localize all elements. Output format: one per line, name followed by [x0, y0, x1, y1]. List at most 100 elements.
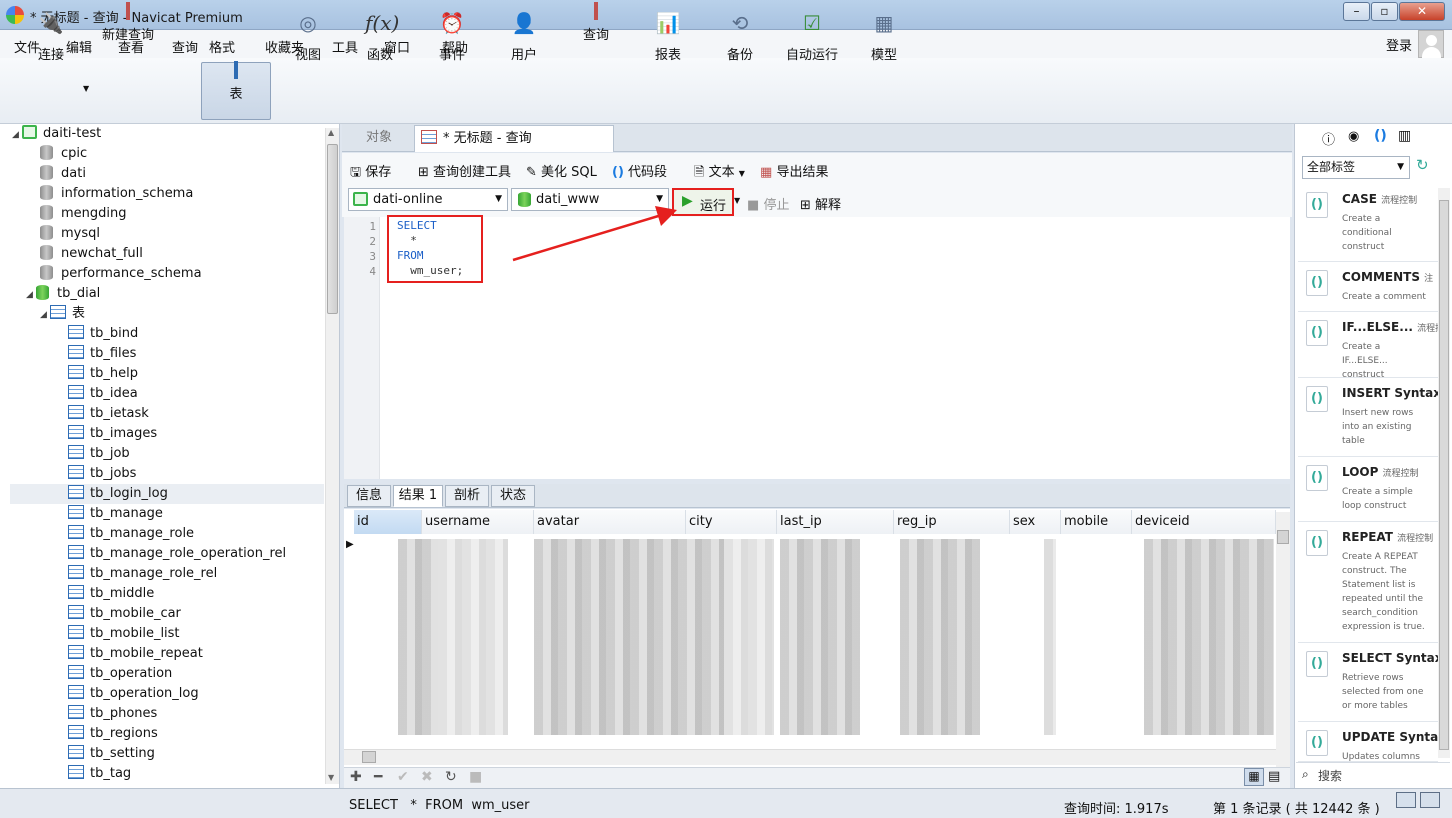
- snippet-item[interactable]: () LOOP 流程控制 Create a simple loop construc…: [1298, 457, 1438, 522]
- column-header-sex[interactable]: sex: [1010, 510, 1061, 534]
- tree-table[interactable]: tb_login_log: [10, 484, 324, 504]
- tab-result-1[interactable]: 结果 1: [393, 485, 443, 507]
- tree-table[interactable]: tb_manage_role_operation_rel: [68, 544, 286, 564]
- avatar[interactable]: [1418, 30, 1444, 58]
- query-builder-button[interactable]: ⊞ 查询创建工具: [418, 161, 511, 180]
- tree-table[interactable]: tb_manage_role: [68, 524, 194, 544]
- tab-profile[interactable]: 剖析: [445, 485, 489, 507]
- tree-tables-node[interactable]: ◢ 表: [40, 304, 85, 324]
- snippet-item[interactable]: () CASE 流程控制 Create a conditional construc…: [1298, 184, 1438, 262]
- tree-table[interactable]: tb_manage: [68, 504, 163, 524]
- close-window-button[interactable]: ✕: [1399, 2, 1445, 21]
- tree-table[interactable]: tb_files: [68, 344, 136, 364]
- explain-button[interactable]: ⊞ 解释: [800, 194, 841, 213]
- code-snippet-button[interactable]: () 代码段: [612, 161, 667, 180]
- preview-icon[interactable]: ◉: [1348, 129, 1359, 144]
- column-header-deviceid[interactable]: deviceid: [1132, 510, 1276, 534]
- tree-table[interactable]: tb_operation: [68, 664, 172, 684]
- login-link[interactable]: 登录: [1386, 35, 1412, 54]
- tree-table[interactable]: tb_mobile_list: [68, 624, 180, 644]
- tree-table[interactable]: tb_regions: [68, 724, 158, 744]
- tree-database[interactable]: mysql: [40, 224, 100, 244]
- collapse-icon[interactable]: ◢: [26, 285, 36, 305]
- new-query-button[interactable]: 新建查询: [95, 2, 161, 62]
- info-icon[interactable]: ⓘ: [1322, 129, 1335, 148]
- split-toggle-icon[interactable]: [1420, 792, 1440, 808]
- column-header-city[interactable]: city: [686, 510, 777, 534]
- tree-table[interactable]: tb_bind: [68, 324, 138, 344]
- column-header-avatar[interactable]: avatar: [534, 510, 686, 534]
- tree-database-open[interactable]: ◢ tb_dial: [26, 284, 100, 304]
- collapse-icon[interactable]: ◢: [12, 125, 22, 145]
- tree-table[interactable]: tb_manage_role_rel: [68, 564, 217, 584]
- backup-button[interactable]: ⟲ 备份: [707, 4, 773, 63]
- connection-select[interactable]: dati-online ▼: [348, 188, 508, 211]
- snippet-scroll-thumb[interactable]: [1439, 200, 1449, 750]
- grid-vertical-scrollbar[interactable]: [1276, 512, 1290, 767]
- tree-table[interactable]: tb_jobs: [68, 464, 136, 484]
- grid-view-icon[interactable]: ▦: [1244, 768, 1264, 786]
- column-header-mobile[interactable]: mobile: [1061, 510, 1132, 534]
- tree-database[interactable]: dati: [40, 164, 86, 184]
- tree-table[interactable]: tb_ietask: [68, 404, 149, 424]
- minimize-button[interactable]: –: [1343, 2, 1370, 21]
- tree-table[interactable]: tb_images: [68, 424, 157, 444]
- tree-table[interactable]: tb_idea: [68, 384, 138, 404]
- menu-query[interactable]: 查询: [172, 37, 198, 56]
- view-button[interactable]: ◎ 视图: [275, 4, 341, 63]
- sql-editor[interactable]: [344, 217, 1290, 479]
- tree-table[interactable]: tb_mobile_repeat: [68, 644, 203, 664]
- add-snippet-icon[interactable]: ↻: [1416, 156, 1429, 174]
- scroll-down-icon[interactable]: ▼: [328, 773, 334, 782]
- tree-table[interactable]: tb_help: [68, 364, 138, 384]
- snippet-item[interactable]: () COMMENTS 注 Create a comment: [1298, 262, 1438, 312]
- tree-database[interactable]: performance_schema: [40, 264, 202, 284]
- tree-connection[interactable]: ◢ daiti-test: [12, 124, 101, 144]
- save-button[interactable]: 🖫 保存: [350, 161, 391, 185]
- grid-horizontal-scrollbar[interactable]: [344, 749, 1276, 765]
- event-button[interactable]: ⏰ 事件: [419, 4, 485, 63]
- add-record-icon[interactable]: ✚: [350, 769, 362, 785]
- user-button[interactable]: 👤 用户: [491, 4, 557, 63]
- tree-table[interactable]: tb_setting: [68, 744, 155, 764]
- chevron-down-icon[interactable]: ▼: [83, 84, 89, 93]
- delete-record-icon[interactable]: ━: [374, 769, 382, 785]
- tab-query[interactable]: * 无标题 - 查询: [414, 125, 614, 152]
- tree-database[interactable]: mengding: [40, 204, 127, 224]
- text-mode-button[interactable]: 🗎 文本 ▼: [694, 161, 745, 185]
- result-grid[interactable]: [344, 509, 1290, 767]
- snippet-item[interactable]: () UPDATE Syntax Updates columns: [1298, 722, 1438, 762]
- tree-table[interactable]: tb_middle: [68, 584, 154, 604]
- beautify-sql-button[interactable]: ✎ 美化 SQL: [526, 161, 597, 180]
- tree-table[interactable]: tb_mobile_car: [68, 604, 181, 624]
- model-button[interactable]: ▦ 模型: [851, 4, 917, 63]
- query-button[interactable]: 查询: [563, 2, 629, 62]
- apply-icon[interactable]: ✔: [397, 769, 409, 785]
- column-header-last-ip[interactable]: last_ip: [777, 510, 894, 534]
- tab-objects[interactable]: 对象: [346, 126, 412, 151]
- snippet-item[interactable]: () INSERT Syntax Insert new rows into an …: [1298, 378, 1438, 457]
- discard-icon[interactable]: ✖: [421, 769, 433, 785]
- column-header-id[interactable]: id: [354, 510, 422, 534]
- snippet-item[interactable]: () SELECT Syntax Retrieve rows selected f…: [1298, 643, 1438, 722]
- snippet-item[interactable]: () REPEAT 流程控制 Create A REPEAT construct. …: [1298, 522, 1438, 643]
- panel-toggle-icon[interactable]: [1396, 792, 1416, 808]
- menu-format[interactable]: 格式: [209, 37, 235, 56]
- tree-database[interactable]: cpic: [40, 144, 87, 164]
- column-header-username[interactable]: username: [422, 510, 534, 534]
- tree-table[interactable]: tb_operation_log: [68, 684, 199, 704]
- tree-database[interactable]: newchat_full: [40, 244, 143, 264]
- run-dropdown-icon[interactable]: ▼: [734, 196, 740, 205]
- snippet-item[interactable]: () IF...ELSE... 流程控 Create a IF...ELSE... …: [1298, 312, 1438, 378]
- tab-status[interactable]: 状态: [491, 485, 535, 507]
- maximize-button[interactable]: ▫: [1371, 2, 1398, 21]
- tab-info[interactable]: 信息: [347, 485, 391, 507]
- code-snippet-icon[interactable]: (): [1374, 128, 1387, 144]
- layout-icon[interactable]: ▥: [1398, 128, 1411, 144]
- refresh-icon[interactable]: ↻: [445, 769, 457, 785]
- tree-database[interactable]: information_schema: [40, 184, 193, 204]
- tree-table[interactable]: tb_tag: [68, 764, 131, 784]
- stop-fetch-icon[interactable]: ■: [469, 769, 482, 785]
- grid-vscroll-thumb[interactable]: [1277, 530, 1289, 544]
- sidebar-scroll-thumb[interactable]: [327, 144, 338, 314]
